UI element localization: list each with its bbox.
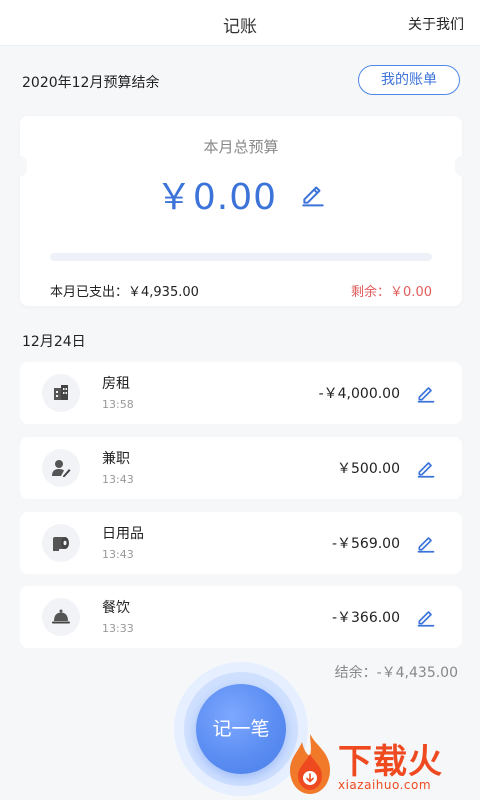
about-us-link[interactable]: 关于我们 [408, 14, 464, 34]
edit-transaction-icon[interactable] [416, 533, 436, 553]
transaction-amount: ￥500.00 [337, 461, 400, 477]
user-pen-icon [42, 449, 80, 487]
transaction-item[interactable]: 房租 13:58 -￥4,000.00 [20, 362, 462, 424]
transaction-time: 13:43 [102, 473, 134, 486]
transaction-item[interactable]: 兼职 13:43 ￥500.00 [20, 437, 462, 499]
budget-amount: ￥0.00 [155, 177, 278, 218]
transaction-name: 餐饮 [102, 600, 130, 616]
period-row: 2020年12月预算结余 我的账单 [0, 60, 480, 100]
toilet-paper-icon [42, 524, 80, 562]
date-label: 12月24日 [22, 334, 86, 350]
building-icon [42, 374, 80, 412]
period-title: 2020年12月预算结余 [22, 75, 160, 91]
balance-summary: 结余：-￥4,435.00 [334, 665, 458, 681]
budget-card: 本月总预算 ￥0.00 本月已支出：￥4,935.00 剩余：￥0.00 [13, 116, 469, 306]
transaction-time: 13:43 [102, 548, 134, 561]
budget-label: 本月总预算 [203, 138, 279, 156]
remaining-amount: 剩余：￥0.00 [351, 285, 432, 300]
app-header: 记账 关于我们 [0, 0, 480, 46]
edit-transaction-icon[interactable] [416, 458, 436, 478]
transaction-name: 房租 [102, 376, 130, 392]
budget-amount-row: ￥0.00 [20, 168, 462, 218]
transaction-name: 日用品 [102, 526, 144, 542]
flame-logo-icon [290, 734, 330, 794]
transaction-amount: -￥366.00 [331, 610, 400, 626]
transaction-item[interactable]: 餐饮 13:33 -￥366.00 [20, 586, 462, 648]
edit-transaction-icon[interactable] [416, 383, 436, 403]
budget-progress-bar [50, 253, 432, 261]
edit-budget-icon[interactable] [300, 181, 326, 207]
transaction-name: 兼职 [102, 451, 130, 467]
spent-amount: 本月已支出：￥4,935.00 [50, 285, 199, 300]
edit-transaction-icon[interactable] [416, 607, 436, 627]
cloche-icon [42, 598, 80, 636]
watermark-site: xiazaihuo.com [338, 778, 432, 792]
transaction-item[interactable]: 日用品 13:43 -￥569.00 [20, 512, 462, 574]
transaction-amount: -￥4,000.00 [318, 386, 400, 402]
transaction-time: 13:33 [102, 622, 134, 635]
transaction-amount: -￥569.00 [331, 536, 400, 552]
watermark-brand: 下载火 [338, 742, 443, 782]
add-record-button[interactable]: 记一笔 [196, 684, 286, 774]
transaction-time: 13:58 [102, 398, 134, 411]
my-bill-button[interactable]: 我的账单 [358, 65, 460, 95]
watermark: 下载火 xiazaihuo.com [282, 732, 480, 800]
